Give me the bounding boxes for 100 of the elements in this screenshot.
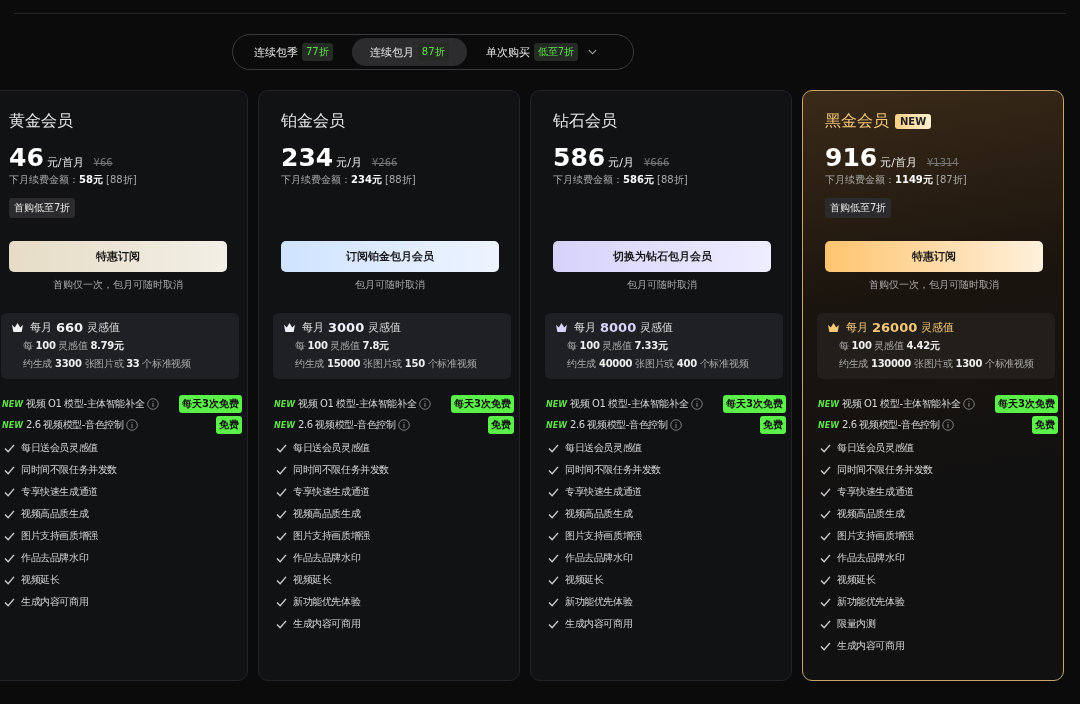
feature-text: 生成内容可商用 xyxy=(21,595,89,609)
free-badge: 每天3次免费 xyxy=(179,395,242,413)
crown-icon xyxy=(11,322,24,333)
info-icon[interactable] xyxy=(691,398,704,410)
check-icon xyxy=(276,487,287,497)
original-price: ¥1314 xyxy=(926,157,959,168)
check-icon xyxy=(820,575,831,585)
feature-text: 作品去品牌水印 xyxy=(293,551,361,565)
free-badge: 每天3次免费 xyxy=(451,395,514,413)
price-unit: 元/月 xyxy=(608,155,634,170)
cancel-note: 包月可随时取消 xyxy=(354,278,426,292)
check-icon xyxy=(548,443,559,453)
feature-text: 视频延长 xyxy=(565,573,604,587)
info-icon[interactable] xyxy=(419,398,432,410)
credits-unit: 灵感值 xyxy=(640,320,674,335)
check-icon xyxy=(820,597,831,607)
credits-amount: 660 xyxy=(56,320,84,335)
subscribe-button[interactable]: 订阅铂金包月会员 xyxy=(281,241,499,272)
feature-text: 专享快速生成通道 xyxy=(21,485,98,499)
info-icon[interactable] xyxy=(942,419,955,431)
check-icon xyxy=(276,531,287,541)
feature-text: 2.6 视频模型-音色控制 xyxy=(26,418,124,432)
info-icon[interactable] xyxy=(147,398,160,410)
cancel-note: 首购仅一次，包月可随时取消 xyxy=(52,278,184,292)
billing-tab[interactable]: 单次购买 低至7折 xyxy=(467,38,615,66)
credits-unit: 灵感值 xyxy=(921,320,955,335)
feature-text: 视频延长 xyxy=(21,573,60,587)
feature-text: 专享快速生成通道 xyxy=(565,485,642,499)
feature-text: 2.6 视频模型-音色控制 xyxy=(298,418,396,432)
feature-text: 2.6 视频模型-音色控制 xyxy=(842,418,940,432)
feature-text: 每日送会员灵感值 xyxy=(837,441,914,455)
new-label: NEW xyxy=(818,399,839,409)
credits-prefix: 每月 xyxy=(302,320,324,335)
renewal-text: 下月续费金额：234元 [88折] xyxy=(281,173,417,187)
free-badge: 每天3次免费 xyxy=(723,395,786,413)
feature-text: 同时间不限任务并发数 xyxy=(21,463,117,477)
check-icon xyxy=(276,553,287,563)
check-icon xyxy=(820,641,831,651)
subscribe-button[interactable]: 特惠订阅 xyxy=(9,241,227,272)
feature-text: 作品去品牌水印 xyxy=(837,551,905,565)
credits-prefix: 每月 xyxy=(30,320,52,335)
credits-detail: 约生成 40000 张图片或 400 个标准视频 xyxy=(566,357,750,371)
feature-text: 同时间不限任务并发数 xyxy=(837,463,933,477)
new-label: NEW xyxy=(2,399,23,409)
credits-unit: 灵感值 xyxy=(368,320,402,335)
feature-text: 生成内容可商用 xyxy=(293,617,361,631)
check-icon xyxy=(4,487,15,497)
check-icon xyxy=(276,509,287,519)
renewal-text: 下月续费金额：1149元 [87折] xyxy=(825,173,968,187)
subscribe-button[interactable]: 切换为钻石包月会员 xyxy=(553,241,771,272)
check-icon xyxy=(820,487,831,497)
credits-detail: 每 100 灵感值 7.8元 xyxy=(294,339,390,353)
credits-detail: 每 100 灵感值 8.79元 xyxy=(22,339,125,353)
feature-text: 同时间不限任务并发数 xyxy=(565,463,661,477)
original-price: ¥666 xyxy=(643,157,670,168)
credits-detail: 每 100 灵感值 4.42元 xyxy=(838,339,941,353)
info-icon[interactable] xyxy=(398,419,411,431)
original-price: ¥66 xyxy=(93,157,113,168)
plan-name: 黑金会员 xyxy=(825,110,889,132)
plan-name: 钻石会员 xyxy=(553,110,617,132)
credits-detail: 约生成 130000 张图片或 1300 个标准视频 xyxy=(838,357,1035,371)
feature-text: 新功能优先体验 xyxy=(565,595,633,609)
check-icon xyxy=(548,597,559,607)
feature-text: 生成内容可商用 xyxy=(837,639,905,653)
check-icon xyxy=(820,619,831,629)
feature-text: 新功能优先体验 xyxy=(293,595,361,609)
plan-name: 黄金会员 xyxy=(9,110,73,132)
price: 234 xyxy=(281,143,334,172)
check-icon xyxy=(276,443,287,453)
check-icon xyxy=(820,465,831,475)
credits-amount: 3000 xyxy=(328,320,365,335)
feature-text: 视频高品质生成 xyxy=(293,507,361,521)
credits-detail: 约生成 3300 张图片或 33 个标准视频 xyxy=(22,357,192,371)
check-icon xyxy=(276,597,287,607)
subscribe-button[interactable]: 特惠订阅 xyxy=(825,241,1043,272)
price-unit: 元/首月 xyxy=(880,155,917,170)
feature-text: 专享快速生成通道 xyxy=(293,485,370,499)
info-icon[interactable] xyxy=(126,419,139,431)
check-icon xyxy=(820,443,831,453)
new-label: NEW xyxy=(818,420,839,430)
price: 46 xyxy=(9,143,44,172)
free-badge: 免费 xyxy=(760,416,786,434)
info-icon[interactable] xyxy=(670,419,683,431)
credits-amount: 26000 xyxy=(872,320,918,335)
check-icon xyxy=(4,553,15,563)
billing-tab[interactable]: 连续包月 87折 xyxy=(351,38,467,66)
feature-text: 每日送会员灵感值 xyxy=(293,441,370,455)
feature-text: 视频 O1 模型-主体智能补全 xyxy=(298,397,417,411)
free-badge: 免费 xyxy=(216,416,242,434)
renewal-text: 下月续费金额：58元 [88折] xyxy=(9,173,138,187)
check-icon xyxy=(4,509,15,519)
credits-detail: 每 100 灵感值 7.33元 xyxy=(566,339,669,353)
info-icon[interactable] xyxy=(963,398,976,410)
credits-detail: 约生成 15000 张图片或 150 个标准视频 xyxy=(294,357,478,371)
feature-text: 新功能优先体验 xyxy=(837,595,905,609)
original-price: ¥266 xyxy=(371,157,398,168)
feature-text: 2.6 视频模型-音色控制 xyxy=(570,418,668,432)
billing-tab[interactable]: 连续包季 77折 xyxy=(236,38,351,66)
feature-text: 视频高品质生成 xyxy=(837,507,905,521)
check-icon xyxy=(276,575,287,585)
